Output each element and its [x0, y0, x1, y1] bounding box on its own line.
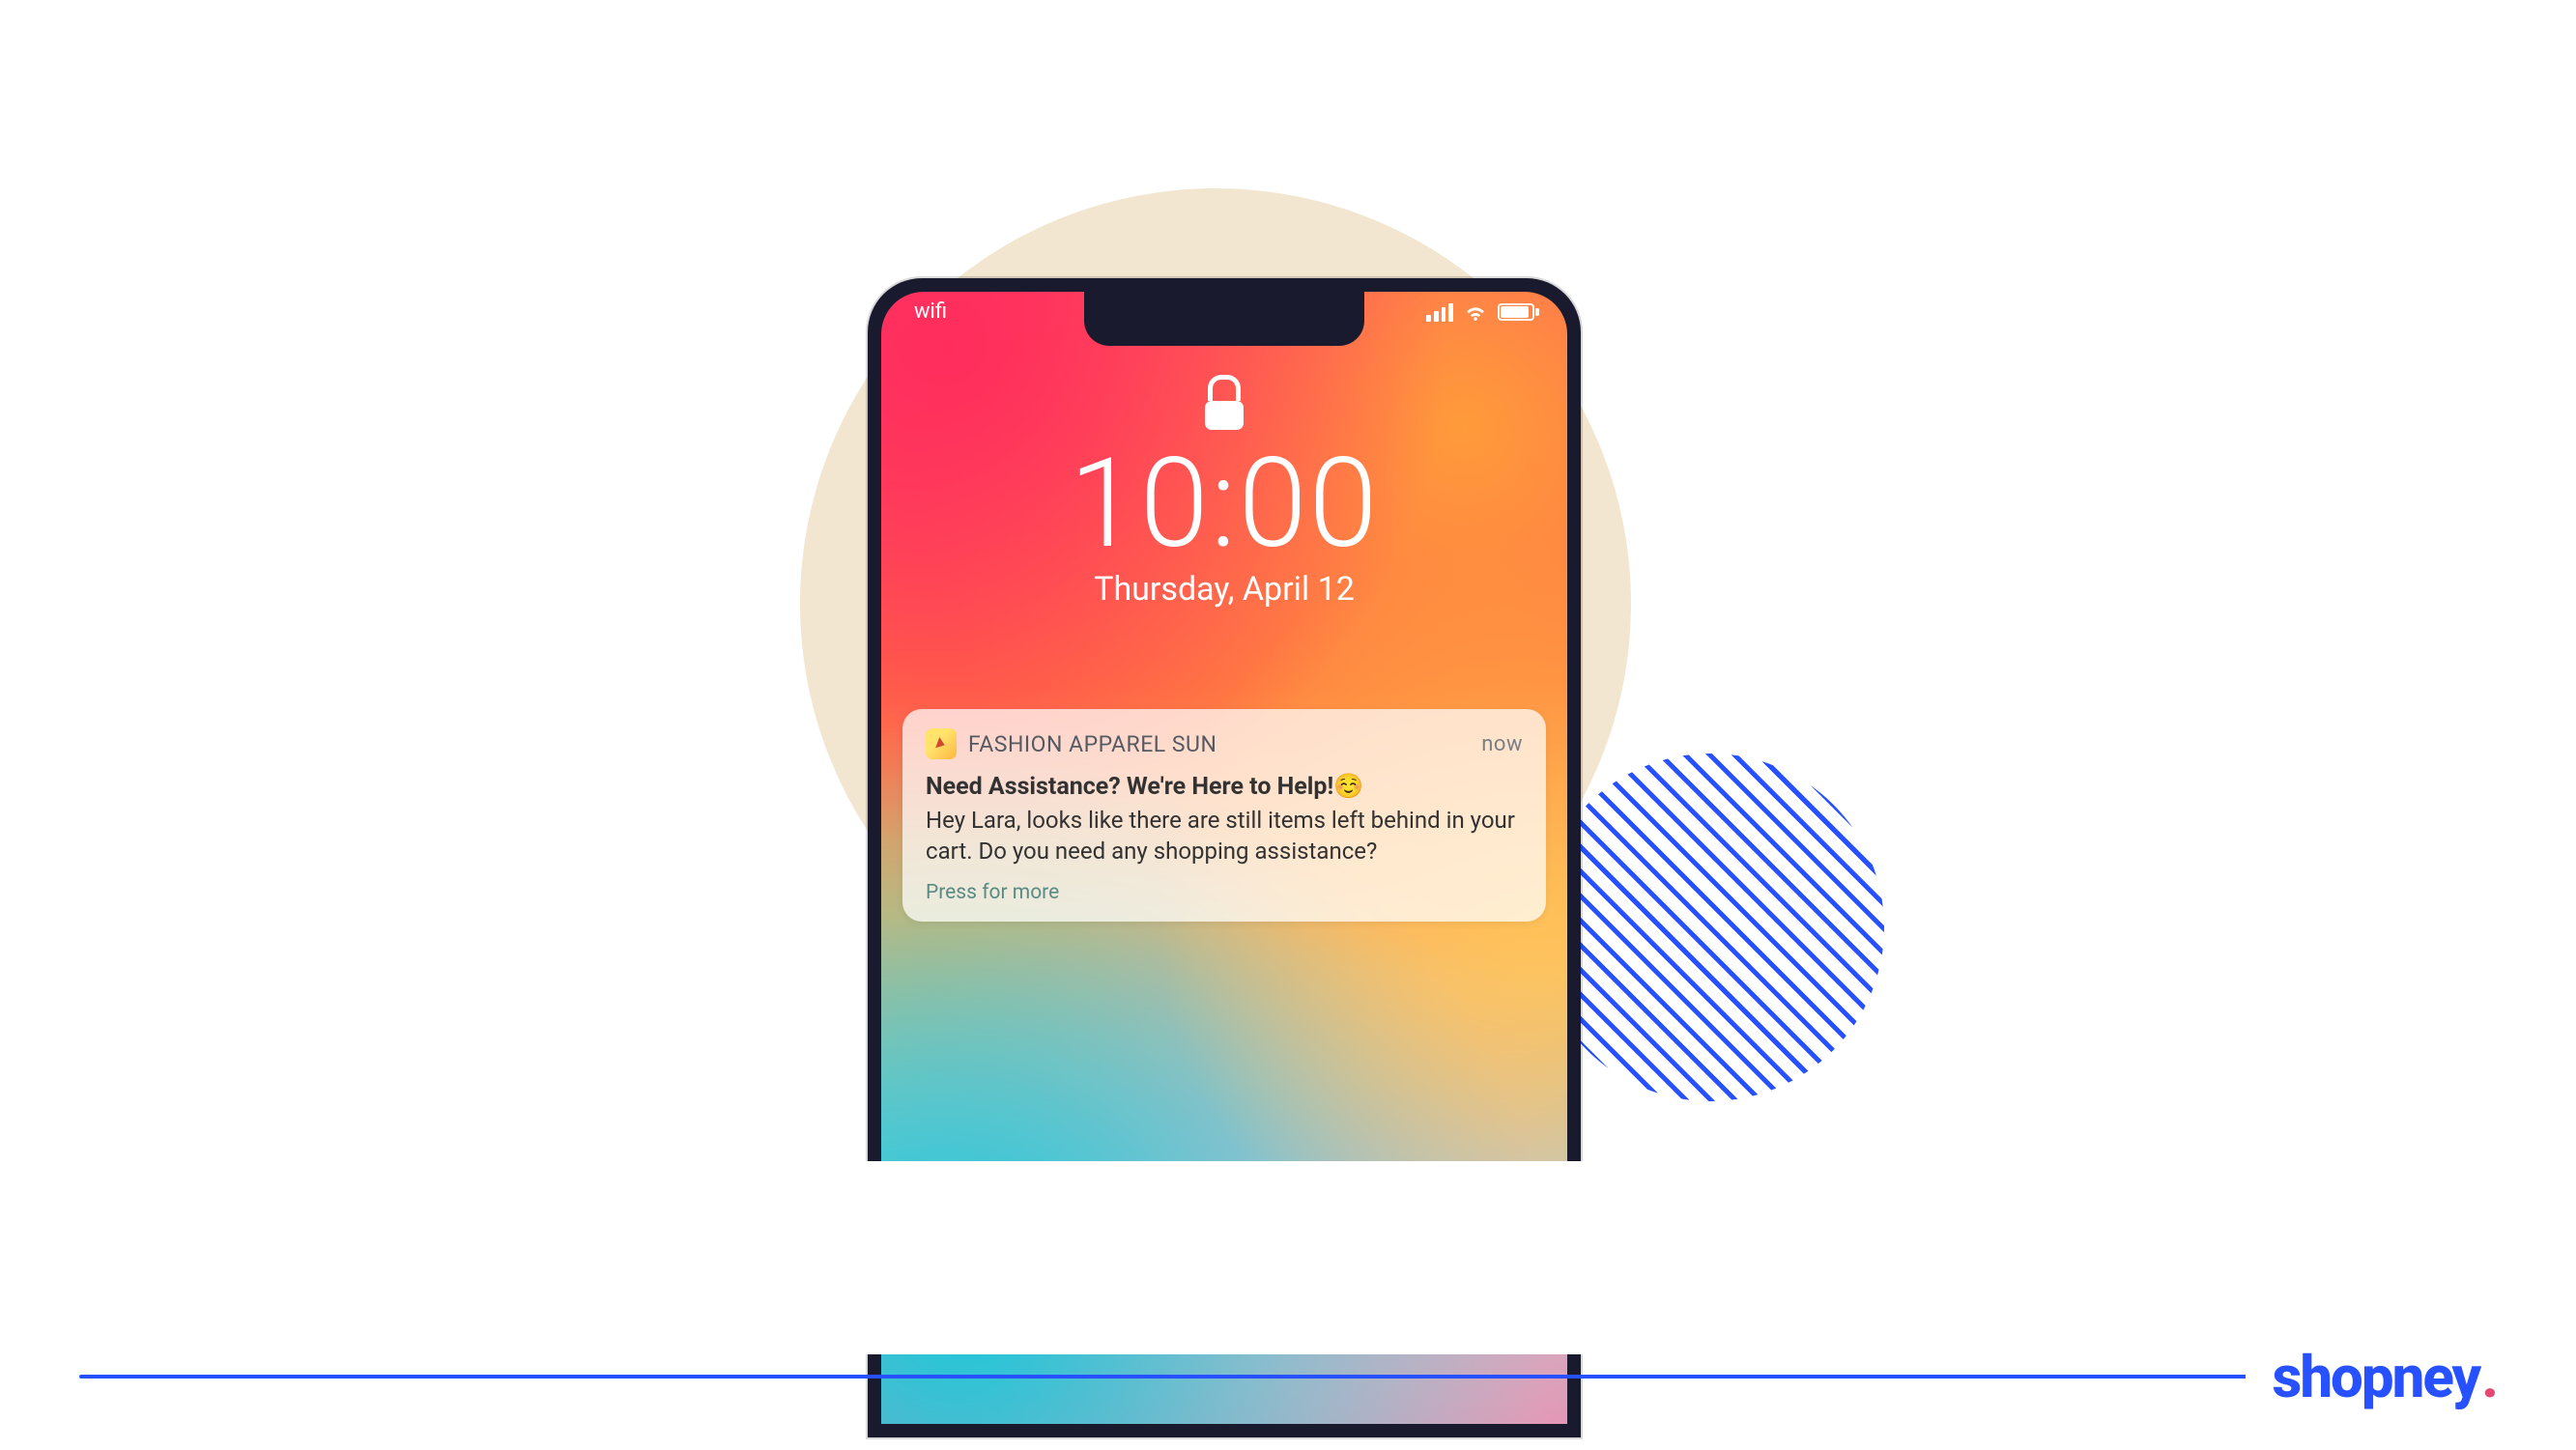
brand-dot: .: [2481, 1343, 2497, 1411]
cellular-signal-icon: [1426, 302, 1453, 322]
push-notification[interactable]: FASHION APPAREL SUN now Need Assistance?…: [902, 709, 1546, 922]
status-wifi-label: wifi: [914, 299, 947, 324]
lockscreen-header: 10:00 Thursday, April 12: [881, 375, 1567, 609]
decorative-circle-hatched: [1536, 753, 1884, 1101]
notification-header: FASHION APPAREL SUN now: [926, 728, 1523, 759]
notification-title: Need Assistance? We're Here to Help!☺️: [926, 773, 1523, 801]
notification-body: Hey Lara, looks like there are still ite…: [926, 805, 1523, 867]
status-indicators: [1426, 302, 1534, 322]
crop-band: [0, 1161, 2576, 1354]
wifi-icon: [1463, 302, 1488, 322]
app-icon: [926, 728, 957, 759]
notification-app-name: FASHION APPAREL SUN: [968, 731, 1470, 757]
notification-action-hint[interactable]: Press for more: [926, 881, 1523, 904]
footer-divider: [79, 1375, 2497, 1379]
lock-icon: [1203, 375, 1245, 425]
lockscreen-date: Thursday, April 12: [1094, 570, 1355, 609]
brand-logo: shopney .: [2246, 1343, 2497, 1411]
lockscreen-time: 10:00: [1070, 442, 1380, 566]
phone-notch: [1084, 292, 1364, 346]
notification-timestamp: now: [1481, 732, 1523, 756]
battery-full-icon: [1498, 303, 1534, 321]
brand-name: shopney: [2273, 1343, 2480, 1411]
